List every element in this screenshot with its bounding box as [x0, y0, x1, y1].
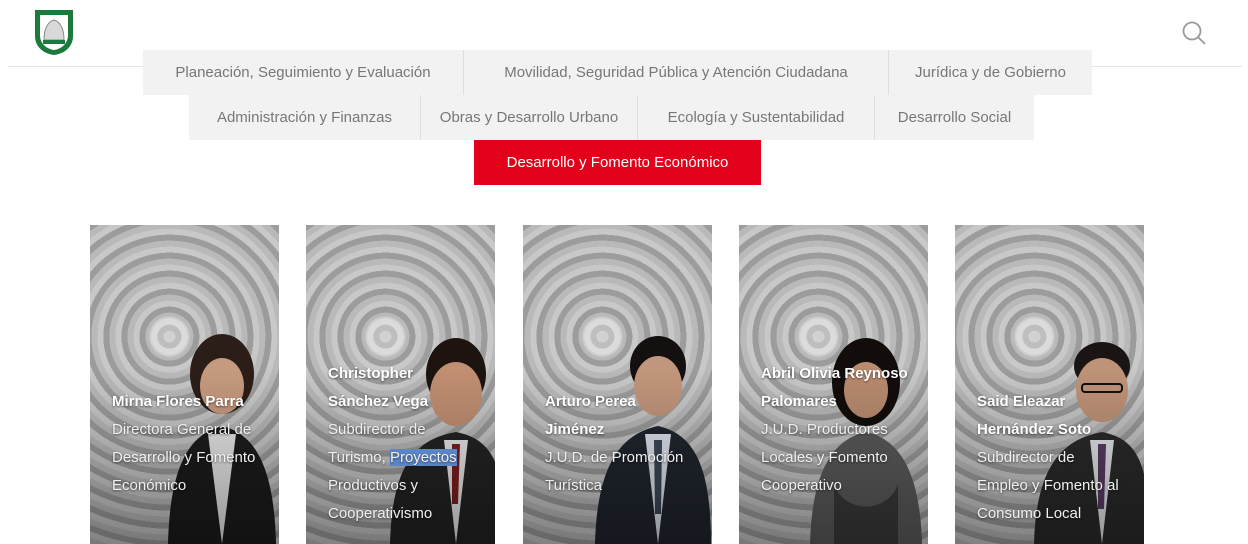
staff-caption: Arturo Perea Jiménez J.U.D. de Promoción… [545, 388, 695, 500]
tab-administracion[interactable]: Administración y Finanzas [189, 95, 421, 140]
staff-card[interactable]: Said Eleazar Hernández Soto Subdirector … [955, 225, 1144, 544]
staff-card[interactable]: Christopher Sánchez Vega Subdirector de … [306, 225, 495, 544]
tab-planeacion[interactable]: Planeación, Seguimiento y Evaluación [143, 50, 464, 95]
staff-card[interactable]: Mirna Flores Parra Directora General de … [90, 225, 279, 544]
staff-role: J.U.D. de Promoción Turística [545, 449, 684, 494]
site-logo[interactable] [33, 8, 75, 56]
staff-caption: Said Eleazar Hernández Soto Subdirector … [977, 388, 1127, 528]
staff-role: J.U.D. Productores Locales y Fomento Coo… [761, 421, 888, 494]
staff-role: Subdirector de Empleo y Fomento al Consu… [977, 449, 1119, 522]
staff-card[interactable]: Arturo Perea Jiménez J.U.D. de Promoción… [523, 225, 712, 544]
tab-obras[interactable]: Obras y Desarrollo Urbano [421, 95, 638, 140]
tab-ecologia[interactable]: Ecología y Sustentabilidad [638, 95, 875, 140]
staff-name: Arturo Perea Jiménez [545, 393, 636, 438]
tab-movilidad[interactable]: Movilidad, Seguridad Pública y Atención … [464, 50, 889, 95]
staff-card[interactable]: Abril Olivia Reynoso Palomares J.U.D. Pr… [739, 225, 928, 544]
staff-role: Subdirector de Turismo, Proyectos Produc… [328, 421, 457, 522]
staff-role: Directora General de Desarrollo y Foment… [112, 421, 256, 494]
staff-caption: Abril Olivia Reynoso Palomares J.U.D. Pr… [761, 360, 911, 500]
staff-caption: Mirna Flores Parra Directora General de … [112, 388, 262, 500]
search-icon[interactable] [1181, 20, 1207, 46]
staff-name: Christopher Sánchez Vega [328, 365, 429, 410]
tab-desarrollo-social[interactable]: Desarrollo Social [875, 95, 1034, 140]
department-tabs-row-2: Administración y Finanzas Obras y Desarr… [189, 95, 1034, 140]
department-tabs-row-3: Desarrollo y Fomento Económico [474, 140, 761, 185]
staff-caption: Christopher Sánchez Vega Subdirector de … [328, 360, 478, 528]
tab-desarrollo-economico[interactable]: Desarrollo y Fomento Económico [474, 140, 761, 185]
tab-juridica[interactable]: Jurídica y de Gobierno [889, 50, 1092, 95]
department-tabs-row-1: Planeación, Seguimiento y Evaluación Mov… [143, 50, 1092, 95]
staff-name: Said Eleazar Hernández Soto [977, 393, 1092, 438]
staff-name: Mirna Flores Parra [112, 393, 244, 410]
staff-name: Abril Olivia Reynoso Palomares [761, 365, 908, 410]
